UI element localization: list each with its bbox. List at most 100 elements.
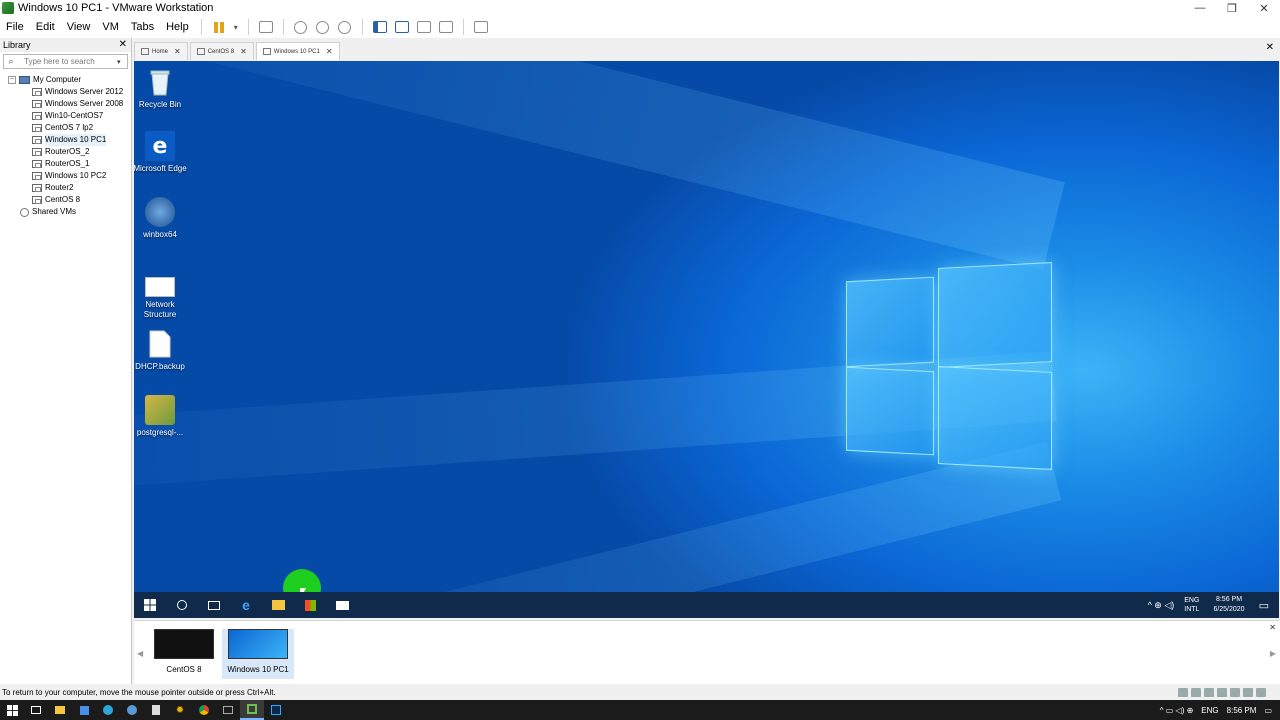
host-photoshop-button[interactable] xyxy=(264,700,288,720)
close-button[interactable]: ✕ xyxy=(1248,0,1280,16)
tab-label: CentOS 8 xyxy=(207,48,235,55)
thumbnail-centos-8[interactable]: CentOS 8 xyxy=(148,629,220,674)
tree-item-vm[interactable]: Windows Server 2012 xyxy=(0,86,131,98)
full-screen-button[interactable] xyxy=(413,17,435,37)
host-telegram-button[interactable] xyxy=(96,700,120,720)
desktop-icon-edge[interactable]: e Microsoft Edge xyxy=(134,131,188,174)
taskbar-explorer-button[interactable] xyxy=(262,592,294,618)
host-window-button[interactable] xyxy=(216,700,240,720)
tree-item-vm-selected[interactable]: Windows 10 PC1 xyxy=(0,134,131,146)
power-dropdown-button[interactable]: ▾ xyxy=(230,17,242,37)
browser-icon xyxy=(127,705,137,715)
unity-button[interactable] xyxy=(435,17,457,37)
tree-item-vm[interactable]: RouterOS_1 xyxy=(0,158,131,170)
host-tray-icons[interactable]: ^ ▭ ◁) ⊕ xyxy=(1160,706,1194,715)
snapshot-button[interactable] xyxy=(290,17,312,37)
tray-icons[interactable]: ^ ⊕ ◁) xyxy=(1148,600,1175,611)
thumbnail-scroll-left-icon[interactable]: ◀ xyxy=(137,649,143,658)
sound-icon[interactable] xyxy=(1230,688,1240,697)
desktop-icon-network-structure[interactable]: Network Structure xyxy=(134,271,188,320)
vm-icon xyxy=(32,160,42,168)
home-icon xyxy=(141,48,149,55)
network-adapter-icon[interactable] xyxy=(1204,688,1214,697)
tree-item-vm[interactable]: CentOS 8 xyxy=(0,194,131,206)
tab-close-icon[interactable]: ✕ xyxy=(326,47,333,56)
guest-clock[interactable]: 8:56 PM 6/25/2020 xyxy=(1213,595,1244,615)
taskbar-edge-button[interactable]: e xyxy=(230,592,262,618)
host-language[interactable]: ENG xyxy=(1201,706,1218,715)
show-library-button[interactable] xyxy=(369,17,391,37)
taskbar-store-button[interactable] xyxy=(294,592,326,618)
menu-vm[interactable]: VM xyxy=(96,16,125,38)
start-button[interactable] xyxy=(134,592,166,618)
tab-close-icon[interactable]: ✕ xyxy=(240,47,247,56)
snapshot-clock-icon xyxy=(294,20,308,34)
collapse-icon[interactable]: − xyxy=(8,76,16,84)
revert-snapshot-button[interactable] xyxy=(312,17,334,37)
input-language-indicator[interactable]: ENG INTL xyxy=(1184,596,1199,614)
thumbnail-image xyxy=(154,629,214,659)
tab-centos-8[interactable]: CentOS 8 ✕ xyxy=(189,42,254,60)
host-vmware-button[interactable] xyxy=(240,700,264,720)
vm-icon xyxy=(32,124,42,132)
menu-view[interactable]: View xyxy=(61,16,97,38)
search-dropdown-icon[interactable]: ▾ xyxy=(117,58,127,66)
restore-button[interactable]: ❐ xyxy=(1216,0,1248,16)
host-browser-button[interactable] xyxy=(120,700,144,720)
tab-close-icon[interactable]: ✕ xyxy=(174,47,181,56)
host-chrome-button[interactable] xyxy=(192,700,216,720)
host-settings-button[interactable]: ✹ xyxy=(168,700,192,720)
host-start-button[interactable] xyxy=(0,700,24,720)
tree-item-vm[interactable]: Router2 xyxy=(0,182,131,194)
hdd-icon[interactable] xyxy=(1178,688,1188,697)
tree-item-my-computer[interactable]: − My Computer xyxy=(0,74,131,86)
file-icon xyxy=(145,329,175,359)
cortana-button[interactable] xyxy=(166,592,198,618)
tree-item-shared-vms[interactable]: Shared VMs xyxy=(0,206,131,218)
cdrom-icon[interactable] xyxy=(1191,688,1201,697)
minimize-button[interactable]: — xyxy=(1184,0,1216,16)
thumbnail-windows-10-pc1[interactable]: Windows 10 PC1 xyxy=(222,629,294,679)
host-explorer-button[interactable] xyxy=(48,700,72,720)
tree-item-vm[interactable]: Windows 10 PC2 xyxy=(0,170,131,182)
menu-tabs[interactable]: Tabs xyxy=(125,16,160,38)
thumbnail-close-icon[interactable]: ✕ xyxy=(1269,623,1276,632)
desktop-icon-dhcp-backup[interactable]: DHCP.backup xyxy=(134,329,188,372)
host-task-view-button[interactable] xyxy=(24,700,48,720)
desktop-icon-winbox[interactable]: winbox64 xyxy=(134,197,188,240)
tree-item-vm[interactable]: Windows Server 2008 xyxy=(0,98,131,110)
task-view-button[interactable] xyxy=(198,592,230,618)
host-notes-button[interactable] xyxy=(144,700,168,720)
taskbar-mail-button[interactable] xyxy=(326,592,358,618)
menu-file[interactable]: File xyxy=(0,16,30,38)
close-tab-icon[interactable]: ✕ xyxy=(1266,42,1274,53)
host-app-button[interactable] xyxy=(72,700,96,720)
send-ctrl-alt-del-button[interactable] xyxy=(255,17,277,37)
suspend-button[interactable] xyxy=(208,17,230,37)
host-notification-icon[interactable]: ▭ xyxy=(1264,706,1272,715)
folder-icon xyxy=(271,600,285,610)
tab-home[interactable]: Home ✕ xyxy=(134,42,188,60)
action-center-icon[interactable]: ▭ xyxy=(1259,599,1269,612)
menu-help[interactable]: Help xyxy=(160,16,195,38)
tree-item-vm[interactable]: Win10-CentOS7 xyxy=(0,110,131,122)
printer-icon[interactable] xyxy=(1256,688,1266,697)
thumbnail-bar-button[interactable] xyxy=(391,17,413,37)
tree-item-vm[interactable]: CentOS 7 lp2 xyxy=(0,122,131,134)
console-view-button[interactable] xyxy=(470,17,492,37)
status-bar: To return to your computer, move the mou… xyxy=(0,686,1280,700)
vm-console[interactable]: Recycle Bin e Microsoft Edge winbox64 Ne… xyxy=(134,61,1279,618)
desktop-icon-postgresql[interactable]: postgresql-... xyxy=(134,395,188,438)
host-clock[interactable]: 8:56 PM xyxy=(1227,706,1257,715)
library-close-icon[interactable]: ✕ xyxy=(119,38,127,52)
tab-windows-10-pc1[interactable]: Windows 10 PC1 ✕ xyxy=(255,42,340,60)
snapshot-manager-button[interactable] xyxy=(334,17,356,37)
usb-icon[interactable] xyxy=(1217,688,1227,697)
library-search-input[interactable]: ⌕ Type here to search ▾ xyxy=(3,54,128,69)
thumbnail-scroll-right-icon[interactable]: ▶ xyxy=(1270,649,1276,658)
display-icon[interactable] xyxy=(1243,688,1253,697)
desktop-icon-recycle-bin[interactable]: Recycle Bin xyxy=(134,67,188,110)
guest-time: 8:56 PM xyxy=(1215,596,1243,603)
tree-item-vm[interactable]: RouterOS_2 xyxy=(0,146,131,158)
menu-edit[interactable]: Edit xyxy=(30,16,61,38)
